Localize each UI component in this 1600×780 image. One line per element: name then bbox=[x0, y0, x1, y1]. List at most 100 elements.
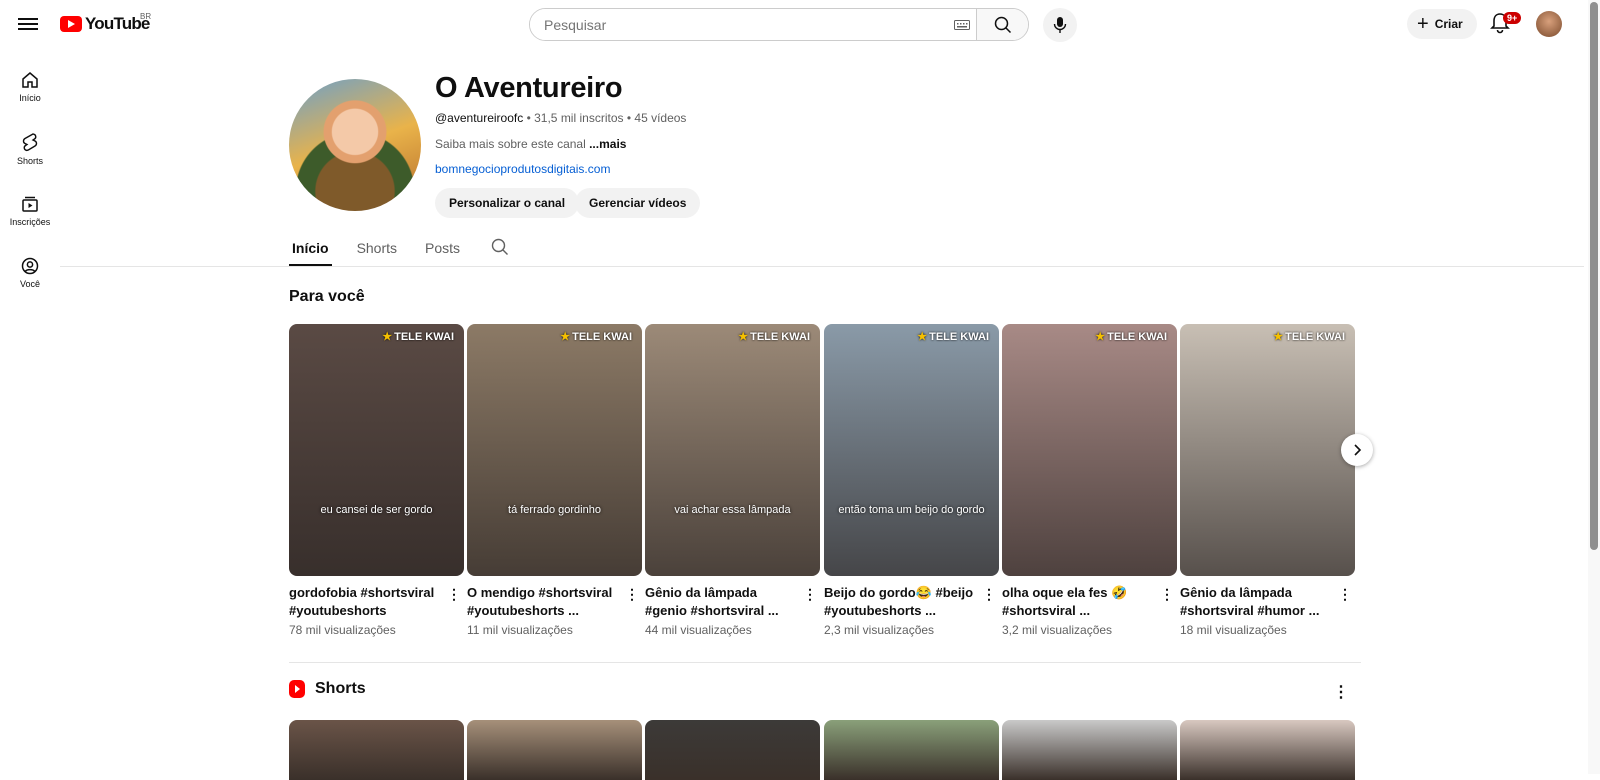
channel-handle: @aventureiroofc bbox=[435, 111, 524, 125]
section-title-for-you: Para você bbox=[289, 288, 365, 305]
video-card: ★ TELE KWAI Gênio da lâmpada #shortsviral … bbox=[1180, 324, 1355, 637]
view-count: 18 mil visualizações bbox=[1180, 623, 1287, 637]
watermark-label: ★ TELE KWAI bbox=[1273, 331, 1345, 343]
watermark-label: ★ TELE KWAI bbox=[382, 331, 454, 343]
region-code: BR bbox=[140, 12, 152, 21]
video-title[interactable]: O mendigo #shortsviral #youtubeshorts ..… bbox=[467, 584, 622, 620]
channel-name: O Aventureiro bbox=[435, 72, 623, 104]
section-divider bbox=[289, 662, 1361, 663]
shorts-logo-icon bbox=[289, 680, 305, 698]
video-title[interactable]: Gênio da lâmpada #genio #shortsviral ... bbox=[645, 584, 800, 620]
watermark-label: ★ TELE KWAI bbox=[917, 331, 989, 343]
search-input[interactable] bbox=[530, 9, 948, 40]
search-box bbox=[529, 8, 1029, 41]
short-thumbnail[interactable] bbox=[289, 720, 464, 780]
video-card: ★ TELE KWAI então toma um beijo do gordo Be… bbox=[824, 324, 999, 637]
sidebar-item-subscriptions[interactable]: Inscrições bbox=[0, 180, 60, 242]
view-count: 2,3 mil visualizações bbox=[824, 623, 935, 637]
scrollbar-thumb[interactable] bbox=[1590, 2, 1598, 550]
more-options-icon[interactable]: ⋮ bbox=[1159, 586, 1175, 602]
more-options-icon[interactable]: ⋮ bbox=[802, 586, 818, 602]
video-title[interactable]: gordofobia #shortsviral #youtubeshorts bbox=[289, 584, 444, 620]
sidebar-item-home[interactable]: Início bbox=[0, 56, 60, 118]
sidebar-item-you[interactable]: Você bbox=[0, 242, 60, 304]
video-caption: então toma um beijo do gordo bbox=[838, 504, 985, 516]
keyboard-icon[interactable] bbox=[948, 9, 976, 40]
create-label: Criar bbox=[1434, 17, 1463, 31]
scrollbar[interactable] bbox=[1588, 0, 1600, 774]
sidebar-item-label: Início bbox=[19, 93, 41, 103]
short-thumbnail[interactable] bbox=[1002, 720, 1177, 780]
sidebar-item-label: Shorts bbox=[16, 156, 43, 166]
account-avatar[interactable] bbox=[1536, 11, 1562, 37]
video-card: ★ TELE KWAI olha oque ela fes 🤣 #shortsvir… bbox=[1002, 324, 1177, 637]
watermark-label: ★ TELE KWAI bbox=[560, 331, 632, 343]
shorts-section-header: Shorts bbox=[289, 680, 366, 698]
section-title-shorts: Shorts bbox=[315, 680, 366, 697]
chevron-right-icon bbox=[1354, 444, 1362, 456]
more-link[interactable]: ...mais bbox=[589, 137, 626, 151]
channel-meta: @aventureiroofc • 31,5 mil inscritos • 4… bbox=[435, 111, 686, 125]
more-options-icon[interactable]: ⋮ bbox=[1333, 682, 1349, 702]
plus-icon: + bbox=[1417, 13, 1429, 35]
tab-home[interactable]: Início bbox=[289, 234, 332, 266]
more-options-icon[interactable]: ⋮ bbox=[981, 586, 997, 602]
sidebar-item-label: Você bbox=[19, 279, 41, 289]
subscriptions-icon bbox=[22, 196, 38, 212]
short-thumbnail[interactable] bbox=[645, 720, 820, 780]
next-arrow-button[interactable] bbox=[1341, 434, 1373, 466]
view-count: 11 mil visualizações bbox=[467, 623, 573, 637]
video-card: ★ TELE KWAI eu cansei de ser gordo gordofob… bbox=[289, 324, 464, 637]
voice-search-button[interactable] bbox=[1043, 8, 1077, 42]
watermark-label: ★ TELE KWAI bbox=[1095, 331, 1167, 343]
tab-shorts[interactable]: Shorts bbox=[354, 234, 400, 266]
sidebar-item-shorts[interactable]: Shorts bbox=[0, 118, 60, 180]
notifications-badge: 9+ bbox=[1503, 12, 1522, 24]
video-caption: vai achar essa lâmpada bbox=[674, 504, 791, 516]
channel-avatar bbox=[289, 79, 421, 211]
sidebar-item-label: Inscrições bbox=[9, 217, 51, 227]
channel-link[interactable]: bomnegocioprodutosdigitais.com bbox=[435, 162, 610, 176]
meta-separator: • bbox=[626, 111, 632, 125]
meta-separator: • bbox=[526, 111, 531, 125]
sidebar: Início Shorts Inscrições Você bbox=[0, 56, 60, 304]
youtube-play-icon bbox=[60, 16, 82, 32]
microphone-icon bbox=[1053, 17, 1067, 33]
youtube-logo[interactable]: YouTube BR bbox=[60, 12, 152, 34]
tabs-divider bbox=[60, 266, 1584, 267]
more-options-icon[interactable]: ⋮ bbox=[1337, 586, 1353, 602]
top-bar: YouTube BR + Criar 9+ bbox=[0, 0, 1584, 48]
you-icon bbox=[21, 257, 39, 275]
menu-icon[interactable] bbox=[16, 12, 40, 36]
view-count: 3,2 mil visualizações bbox=[1002, 623, 1113, 637]
shorts-icon bbox=[22, 133, 38, 152]
video-thumbnail[interactable]: ★ TELE KWAI bbox=[1180, 324, 1355, 576]
video-thumbnail[interactable]: ★ TELE KWAI então toma um beijo do gordo bbox=[824, 324, 999, 576]
more-options-icon[interactable]: ⋮ bbox=[446, 586, 462, 602]
tab-posts[interactable]: Posts bbox=[422, 234, 463, 266]
video-title[interactable]: olha oque ela fes 🤣 #shortsviral ... bbox=[1002, 584, 1157, 620]
more-options-icon[interactable]: ⋮ bbox=[624, 586, 640, 602]
create-button[interactable]: + Criar bbox=[1407, 9, 1477, 39]
video-caption: eu cansei de ser gordo bbox=[320, 504, 433, 516]
manage-videos-button[interactable]: Gerenciar vídeos bbox=[575, 188, 701, 218]
video-thumbnail[interactable]: ★ TELE KWAI tá ferrado gordinho bbox=[467, 324, 642, 576]
channel-description: Saiba mais sobre este canal ...mais bbox=[435, 137, 626, 151]
video-title[interactable]: Beijo do gordo😂 #beijo #youtubeshorts ..… bbox=[824, 584, 979, 620]
video-thumbnail[interactable]: ★ TELE KWAI eu cansei de ser gordo bbox=[289, 324, 464, 576]
tab-search-button[interactable] bbox=[491, 234, 509, 266]
video-count: 45 vídeos bbox=[634, 111, 687, 125]
video-title[interactable]: Gênio da lâmpada #shortsviral #humor ... bbox=[1180, 584, 1335, 620]
customize-channel-button[interactable]: Personalizar o canal bbox=[435, 188, 580, 218]
short-thumbnail[interactable] bbox=[824, 720, 999, 780]
watermark-label: ★ TELE KWAI bbox=[738, 331, 810, 343]
video-thumbnail[interactable]: ★ TELE KWAI vai achar essa lâmpada bbox=[645, 324, 820, 576]
short-thumbnail[interactable] bbox=[1180, 720, 1355, 780]
search-button[interactable] bbox=[976, 9, 1028, 40]
home-icon bbox=[22, 72, 38, 88]
video-caption: tá ferrado gordinho bbox=[508, 504, 601, 516]
search-icon bbox=[994, 16, 1011, 33]
short-thumbnail[interactable] bbox=[467, 720, 642, 780]
video-card: ★ TELE KWAI tá ferrado gordinho O mendigo #… bbox=[467, 324, 642, 637]
video-thumbnail[interactable]: ★ TELE KWAI bbox=[1002, 324, 1177, 576]
